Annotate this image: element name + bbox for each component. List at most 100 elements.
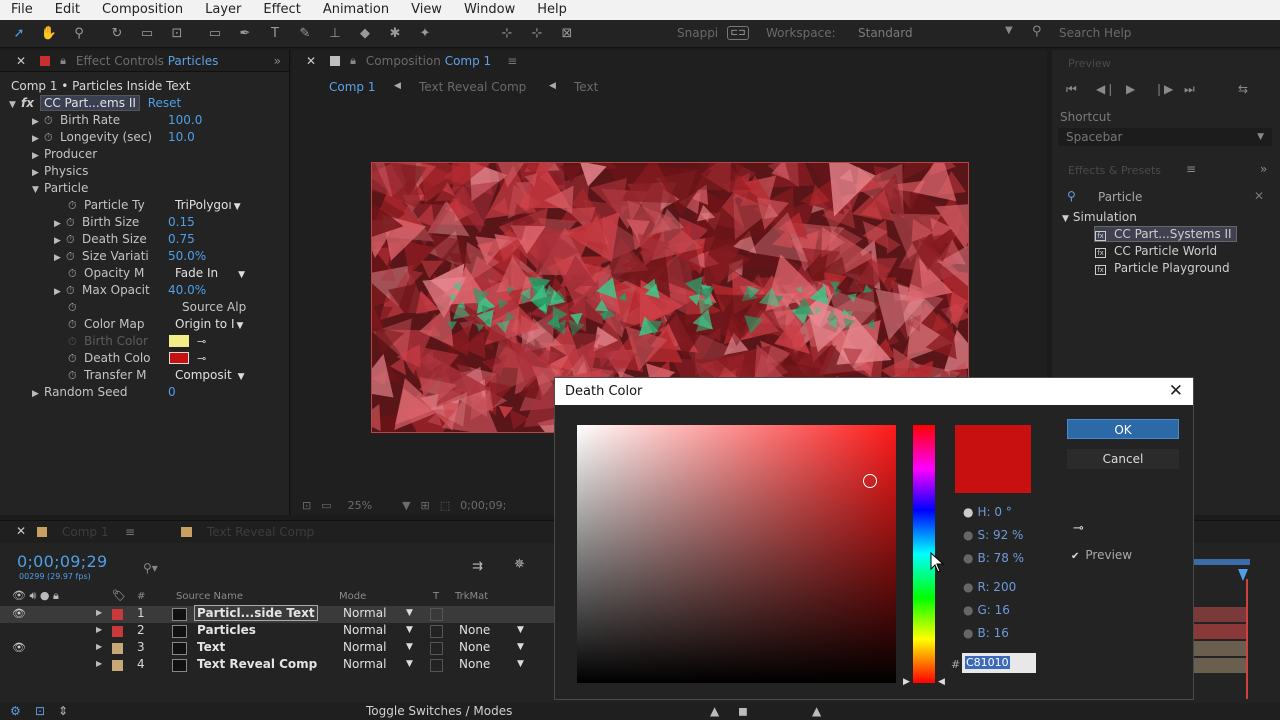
max-opacity-value[interactable]: 40.0% — [168, 283, 206, 300]
hue-field[interactable]: ● H: 0 ° — [963, 505, 1012, 519]
expand-triangle-icon[interactable]: ▶ — [32, 389, 44, 399]
dropdown-caret-icon[interactable]: ▼ — [517, 642, 524, 652]
prop-opacity-map[interactable]: ⏱ Opacity M — [68, 266, 144, 283]
prop-birth-rate[interactable]: ▶ ⏱ Birth Rate — [32, 113, 120, 130]
effect-item-cc-particle-systems[interactable]: fx CC Part...Systems II — [1094, 226, 1237, 242]
timeline-tab-comp1[interactable]: Comp 1 — [62, 525, 108, 539]
layer-row[interactable]: 👁︎ ▶ 1 Particl...side Text Normal ▼ — [0, 605, 556, 623]
group-physics[interactable]: ▶ Physics — [32, 164, 88, 181]
prop-transfer-mode[interactable]: ⏱ Transfer M — [68, 368, 146, 385]
red-field[interactable]: ● R: 200 — [963, 580, 1016, 594]
prop-longevity[interactable]: ▶ ⏱ Longevity (sec) — [32, 130, 152, 147]
type-tool-icon[interactable]: T — [264, 25, 286, 43]
menu-composition[interactable]: Composition — [91, 0, 194, 20]
brush-tool-icon[interactable]: ✎ — [294, 25, 316, 43]
radio-icon[interactable]: ● — [963, 580, 973, 594]
timeline-track-area[interactable] — [1194, 551, 1280, 701]
hue-slider-right-arrow-icon[interactable]: ◀ — [938, 677, 945, 687]
panel-menu-icon[interactable]: ≡ — [1186, 162, 1196, 176]
clone-stamp-tool-icon[interactable]: ⊥ — [324, 25, 346, 43]
prop-particle-type[interactable]: ⏱ Particle Ty — [68, 198, 145, 215]
menu-effect[interactable]: Effect — [252, 0, 311, 20]
axis-local-icon[interactable]: ⊹ — [496, 25, 518, 43]
expand-triangle-icon[interactable]: ▶ — [54, 236, 66, 246]
cancel-button[interactable]: Cancel — [1067, 449, 1179, 469]
birth-color-control[interactable]: ⊸ — [169, 334, 206, 351]
visibility-eye-icon[interactable]: 👁︎ — [12, 607, 26, 620]
crumb-text-reveal-comp[interactable]: Text Reveal Comp — [419, 80, 526, 94]
blend-mode-select[interactable]: Normal — [343, 623, 386, 637]
stopwatch-icon[interactable]: ⏱ — [68, 335, 84, 349]
expand-triangle-icon[interactable]: ▶ — [96, 642, 102, 651]
stopwatch-icon[interactable]: ⏱ — [68, 301, 84, 315]
stopwatch-icon[interactable]: ⏱ — [68, 199, 84, 213]
layer-label-color[interactable] — [112, 626, 123, 637]
preserve-transparency-checkbox[interactable] — [430, 608, 443, 621]
crumb-comp1[interactable]: Comp 1 — [329, 80, 375, 94]
eraser-tool-icon[interactable]: ◆ — [354, 25, 376, 43]
comp-timecode[interactable]: 0;00;09; — [460, 499, 506, 512]
menu-help[interactable]: Help — [526, 0, 578, 20]
dropdown-caret-icon[interactable]: ▼ — [517, 625, 524, 635]
dropdown-caret-icon[interactable]: ▼ — [517, 659, 524, 669]
monitor-icon[interactable]: ▭ — [321, 499, 331, 512]
layer-name[interactable]: Text Reveal Comp — [197, 657, 317, 671]
layer-bar[interactable] — [1194, 658, 1246, 673]
prop-death-size[interactable]: ▶ ⏱ Death Size — [54, 232, 147, 249]
close-panel-icon[interactable]: ✕ — [306, 54, 316, 68]
expand-triangle-icon[interactable]: ▶ — [96, 659, 102, 668]
roto-brush-tool-icon[interactable]: ✱ — [384, 25, 406, 43]
zoom-tool-icon[interactable]: ⚲ — [68, 25, 90, 43]
expand-triangle-icon[interactable]: ▶ — [32, 117, 44, 127]
stopwatch-icon[interactable]: ⏱ — [66, 250, 82, 264]
radio-icon[interactable]: ● — [963, 528, 973, 542]
effect-item-particle-playground[interactable]: fx Particle Playground — [1095, 261, 1230, 275]
death-size-value[interactable]: 0.75 — [168, 232, 195, 249]
layer-bar[interactable] — [1194, 624, 1246, 639]
workspace-caret-icon[interactable]: ▼ — [1005, 25, 1013, 36]
camera-tool-icon[interactable]: ▭ — [136, 25, 158, 43]
effect-row[interactable]: ▼ fx CC Part...ems II Reset — [9, 95, 181, 113]
expand-triangle-icon[interactable]: ▼ — [1062, 214, 1069, 224]
dropdown-caret-icon[interactable]: ▼ — [406, 608, 413, 618]
prop-color-map[interactable]: ⏱ Color Map — [68, 317, 144, 334]
rotate-tool-icon[interactable]: ↻ — [106, 25, 128, 43]
layer-label-color[interactable] — [112, 609, 123, 620]
death-color-control[interactable]: ⊸ — [169, 351, 206, 368]
col-mode[interactable]: Mode — [339, 591, 366, 602]
radio-icon[interactable]: ● — [963, 505, 973, 519]
saturation-brightness-field[interactable] — [577, 425, 896, 683]
expand-triangle-icon[interactable]: ▼ — [9, 100, 21, 110]
eyedropper-icon[interactable]: ⊸ — [1073, 521, 1084, 536]
birth-rate-value[interactable]: 100.0 — [168, 113, 202, 130]
particle-type-dropdown[interactable]: TriPolygoı ▼ — [175, 198, 241, 215]
green-field[interactable]: ● G: 16 — [963, 603, 1010, 617]
expand-triangle-icon[interactable]: ▶ — [32, 168, 44, 178]
shortcut-select[interactable]: Spacebar ▼ — [1058, 128, 1272, 146]
stopwatch-icon[interactable]: ⏱ — [66, 233, 82, 247]
prop-death-color[interactable]: ⏱ Death Colo — [68, 351, 151, 368]
fx-icon[interactable]: fx — [21, 96, 34, 110]
blend-mode-select[interactable]: Normal — [343, 657, 386, 671]
region-icon[interactable]: ⬚ — [440, 499, 450, 512]
last-frame-icon[interactable]: ⏭ — [1184, 82, 1195, 97]
effect-controls-tab[interactable]: Effect Controls Particles — [76, 54, 218, 68]
transfer-mode-dropdown[interactable]: Composit ▼ — [175, 368, 245, 385]
color-picker-cursor[interactable] — [863, 474, 877, 488]
close-panel-icon[interactable]: ✕ — [16, 54, 26, 68]
preserve-transparency-checkbox[interactable] — [430, 625, 443, 638]
expand-triangle-icon[interactable]: ▶ — [54, 253, 66, 263]
fit-icon[interactable]: ⊞ — [421, 499, 430, 512]
zoom-in-icon[interactable]: ▲ — [812, 704, 821, 718]
category-simulation[interactable]: ▼ Simulation — [1062, 210, 1137, 224]
blue-field[interactable]: ● B: 16 — [963, 626, 1009, 640]
prop-source-alpha-stopwatch[interactable]: ⏱ — [68, 300, 84, 317]
birth-size-value[interactable]: 0.15 — [168, 215, 195, 232]
first-frame-icon[interactable]: ⏮ — [1066, 82, 1077, 97]
snapping-toggle-icon[interactable]: ⊏⊐ — [727, 26, 749, 40]
selection-tool-icon[interactable]: ➚ — [8, 25, 30, 43]
layer-name[interactable]: Text — [197, 640, 225, 654]
close-icon[interactable]: ✕ — [1169, 381, 1183, 401]
stopwatch-icon[interactable]: ⏱ — [68, 318, 84, 332]
next-frame-icon[interactable]: ❘▶ — [1154, 82, 1173, 96]
